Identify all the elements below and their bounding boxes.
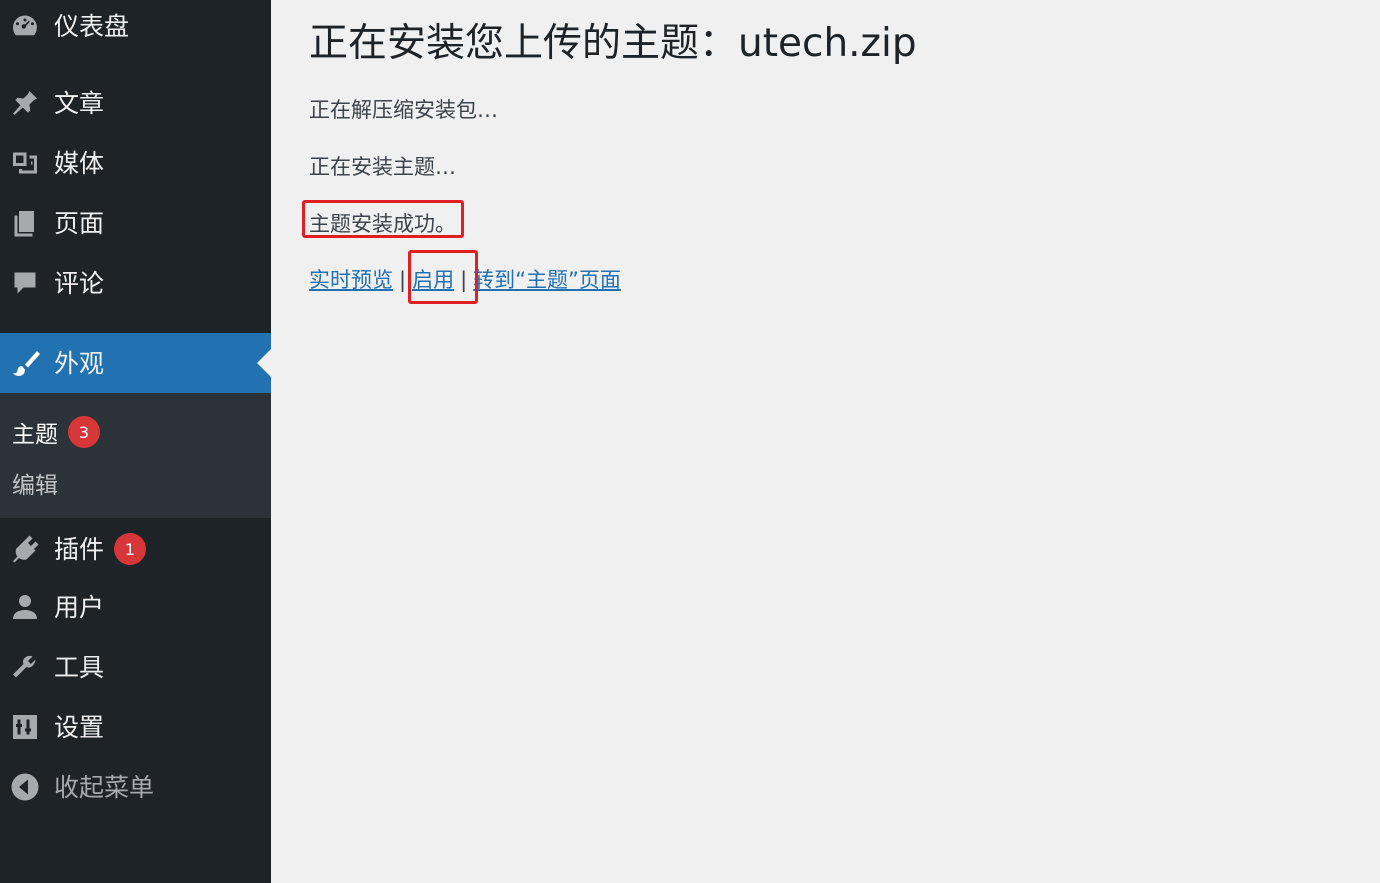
menu-label: 仪表盘	[54, 11, 130, 41]
menu-label: 收起菜单	[54, 772, 155, 802]
menu-label: 工具	[54, 652, 105, 682]
settings-icon	[6, 709, 44, 745]
pages-icon	[6, 205, 44, 241]
menu-label: 页面	[54, 208, 105, 238]
menu-label: 媒体	[54, 148, 105, 178]
plugin-icon	[6, 531, 44, 567]
menu-item-pages[interactable]: 页面	[0, 196, 271, 250]
menu-item-posts[interactable]: 文章	[0, 76, 271, 130]
update-count-badge: 3	[68, 416, 100, 448]
menu-item-dashboard[interactable]: 仪表盘	[0, 0, 271, 52]
pin-icon	[6, 85, 44, 121]
appearance-submenu: 主题 3 编辑	[0, 393, 271, 518]
menu-item-tools[interactable]: 工具	[0, 640, 271, 694]
submenu-item-themes[interactable]: 主题 3	[12, 415, 100, 449]
page-title: 正在安装您上传的主题：utech.zip	[309, 21, 917, 66]
goto-themes-link[interactable]: 转到“主题”页面	[473, 268, 621, 292]
submenu-label: 编辑	[12, 473, 58, 499]
submenu-item-editor[interactable]: 编辑	[12, 466, 58, 500]
admin-sidebar: 仪表盘 文章 媒体 页面 评论 外观 主题 3 编辑 插件 1 用户 工具 设置…	[0, 0, 271, 883]
menu-label: 评论	[54, 268, 105, 298]
media-icon	[6, 145, 44, 181]
paintbrush-icon	[6, 345, 44, 381]
menu-label: 设置	[54, 712, 105, 742]
live-preview-link[interactable]: 实时预览	[309, 268, 393, 292]
submenu-label: 主题	[12, 422, 58, 448]
user-icon	[6, 589, 44, 625]
menu-label: 用户	[54, 592, 105, 622]
menu-item-comments[interactable]: 评论	[0, 256, 271, 310]
comment-icon	[6, 265, 44, 301]
menu-item-settings[interactable]: 设置	[0, 700, 271, 754]
update-count-badge: 1	[114, 533, 147, 565]
highlight-box-success	[302, 200, 464, 238]
menu-item-media[interactable]: 媒体	[0, 136, 271, 190]
menu-item-plugins[interactable]: 插件 1	[0, 522, 271, 576]
status-unpacking: 正在解压缩安装包…	[309, 98, 498, 122]
link-separator: |	[399, 268, 407, 292]
menu-item-users[interactable]: 用户	[0, 580, 271, 634]
wrench-icon	[6, 649, 44, 685]
collapse-icon	[6, 769, 44, 805]
menu-label: 文章	[54, 88, 105, 118]
highlight-box-activate	[408, 250, 478, 304]
menu-label: 插件	[54, 534, 105, 564]
status-installing: 正在安装主题…	[309, 155, 456, 179]
menu-label: 外观	[54, 348, 105, 378]
collapse-menu-button[interactable]: 收起菜单	[0, 760, 271, 814]
dashboard-icon	[6, 8, 44, 44]
menu-item-appearance[interactable]: 外观	[0, 333, 271, 393]
